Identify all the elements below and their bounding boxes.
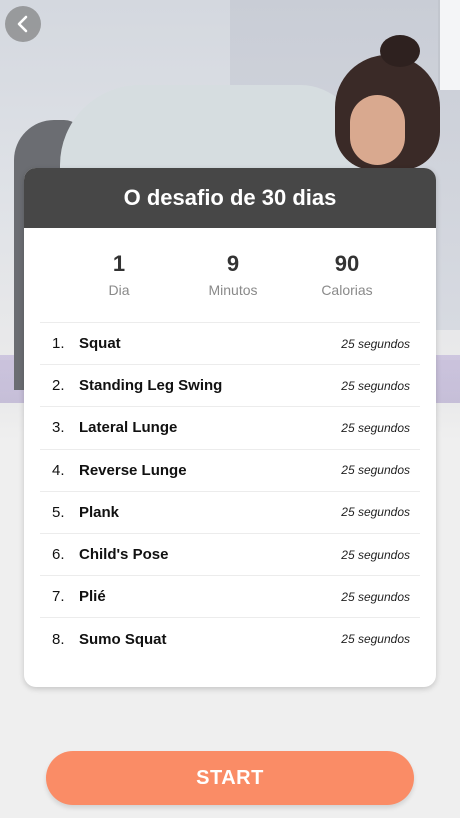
- exercise-name: Plank: [79, 503, 120, 521]
- stat-days: 1 Dia: [74, 252, 164, 322]
- stat-label: Minutos: [208, 282, 258, 298]
- exercise-row-sumo-squat[interactable]: 8. Sumo Squat 25 segundos: [40, 618, 420, 660]
- exercise-number: 6.: [52, 546, 65, 564]
- exercise-row-lateral-lunge[interactable]: 3. Lateral Lunge 25 segundos: [40, 407, 420, 450]
- exercise-number: 8.: [52, 630, 65, 648]
- exercise-row-reverse-lunge[interactable]: 4. Reverse Lunge 25 segundos: [40, 450, 420, 492]
- exercise-name: Plié: [79, 588, 106, 606]
- exercise-duration: 25 segundos: [341, 547, 410, 562]
- exercise-list: 1. Squat 25 segundos 2. Standing Leg Swi…: [40, 322, 420, 661]
- hero-window: [438, 0, 460, 90]
- exercise-row-squat[interactable]: 1. Squat 25 segundos: [40, 323, 420, 366]
- exercise-row-plank[interactable]: 5. Plank 25 segundos: [40, 492, 420, 534]
- hero-person-torso: [60, 85, 360, 180]
- exercise-duration: 25 segundos: [341, 420, 410, 435]
- exercise-number: 7.: [52, 588, 65, 606]
- start-button[interactable]: START: [46, 751, 414, 805]
- exercise-row-standing-leg-swing[interactable]: 2. Standing Leg Swing 25 segundos: [40, 365, 420, 408]
- hero-person-face: [350, 95, 405, 165]
- exercise-name: Lateral Lunge: [79, 419, 178, 437]
- chevron-left-icon: [17, 15, 28, 33]
- exercise-duration: 25 segundos: [341, 336, 410, 351]
- exercise-duration: 25 segundos: [341, 378, 410, 393]
- back-button[interactable]: [5, 6, 41, 42]
- stat-calories: 90 Calorias: [302, 252, 392, 322]
- exercise-number: 2.: [52, 377, 65, 395]
- challenge-card: O desafio de 30 dias 1 Dia 9 Minutos 90 …: [24, 168, 436, 687]
- exercise-name: Child's Pose: [79, 546, 169, 564]
- exercise-duration: 25 segundos: [341, 589, 410, 604]
- exercise-row-childs-pose[interactable]: 6. Child's Pose 25 segundos: [40, 534, 420, 577]
- hero-person-bun: [380, 35, 420, 67]
- stat-value: 9: [226, 251, 240, 276]
- exercise-row-plie[interactable]: 7. Plié 25 segundos: [40, 576, 420, 619]
- exercise-duration: 25 segundos: [341, 505, 410, 520]
- stat-value: 90: [334, 251, 360, 276]
- exercise-number: 4.: [52, 461, 65, 479]
- stat-minutes: 9 Minutos: [188, 252, 278, 322]
- card-title: O desafio de 30 dias: [24, 168, 436, 228]
- exercise-name: Sumo Squat: [79, 630, 167, 648]
- stat-value: 1: [112, 251, 126, 276]
- stat-label: Dia: [108, 282, 130, 298]
- exercise-name: Standing Leg Swing: [79, 377, 223, 395]
- stats-row: 1 Dia 9 Minutos 90 Calorias: [24, 252, 436, 322]
- exercise-name: Squat: [79, 335, 121, 353]
- stat-label: Calorias: [321, 282, 373, 298]
- exercise-duration: 25 segundos: [341, 463, 410, 478]
- exercise-duration: 25 segundos: [341, 632, 410, 647]
- exercise-name: Reverse Lunge: [79, 461, 187, 479]
- exercise-number: 3.: [52, 419, 65, 437]
- exercise-number: 5.: [52, 503, 65, 521]
- exercise-number: 1.: [52, 335, 65, 353]
